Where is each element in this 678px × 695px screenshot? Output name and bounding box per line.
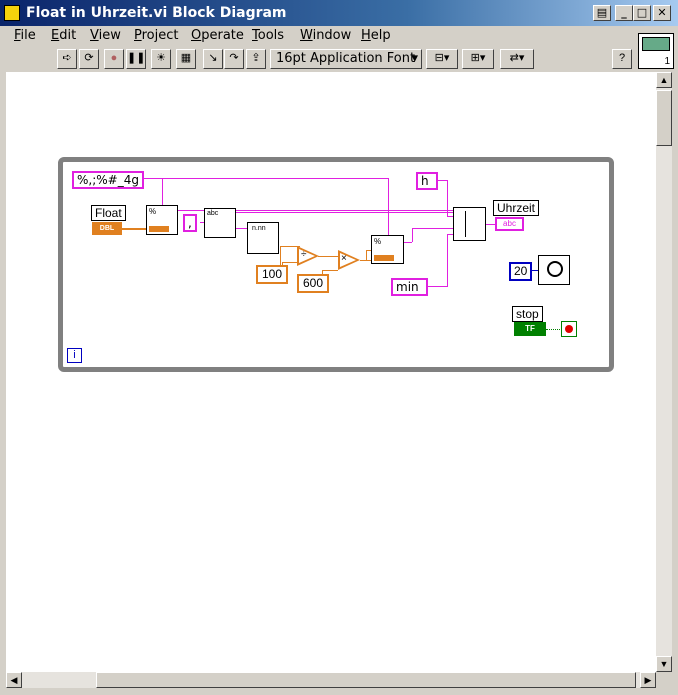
wire <box>162 178 163 208</box>
wire <box>447 180 448 216</box>
concatenate-strings-node[interactable] <box>453 207 486 241</box>
concat-inputs-icon <box>457 211 466 237</box>
menu-help[interactable]: Help <box>361 28 391 43</box>
font-select-value: 16pt Application Font <box>276 51 416 66</box>
wire <box>388 178 389 236</box>
float-control-terminal[interactable]: DBL <box>92 222 122 235</box>
constant-600[interactable]: 600 <box>297 274 330 293</box>
abort-icon[interactable]: ● <box>104 49 124 69</box>
menu-tools[interactable]: Tools <box>252 28 284 43</box>
vi-icon-connector-label: 1 <box>664 56 670 67</box>
format-percent-icon: % <box>374 237 382 246</box>
wire <box>412 228 454 229</box>
menu-operate[interactable]: Operate <box>191 28 244 43</box>
scroll-left-icon[interactable]: ◀ <box>6 672 22 688</box>
vi-icon[interactable]: 1 <box>638 33 674 69</box>
close-button[interactable]: ✕ <box>653 5 671 21</box>
distribute-objects-icon[interactable]: ⊞▾ <box>462 49 494 69</box>
boolean-type-label: TF <box>525 324 535 333</box>
wire <box>366 250 367 260</box>
print-window-icon[interactable]: ▤ <box>593 5 611 21</box>
menu-edit[interactable]: Edit <box>51 28 76 43</box>
highlight-execution-icon[interactable]: ☀ <box>151 49 171 69</box>
vi-icon-graphic <box>642 37 670 51</box>
step-out-icon[interactable]: ⇪ <box>246 49 266 69</box>
wire <box>412 228 413 242</box>
format-percent-icon: % <box>149 207 157 216</box>
align-objects-icon[interactable]: ⊟▾ <box>426 49 458 69</box>
menu-file[interactable]: File <box>14 28 36 43</box>
scroll-down-icon[interactable]: ▼ <box>656 656 672 672</box>
string-abc-icon: abc <box>207 210 219 217</box>
clock-icon <box>547 261 563 277</box>
wire <box>546 329 562 330</box>
uhrzeit-indicator-terminal[interactable]: abc <box>495 217 524 231</box>
wire <box>140 178 388 179</box>
wire <box>322 270 338 271</box>
wire <box>447 234 448 287</box>
multiply-icon: × <box>341 253 347 264</box>
constant-20[interactable]: 20 <box>509 262 533 281</box>
pause-icon[interactable]: ❚❚ <box>126 49 146 69</box>
stop-control-terminal[interactable]: TF <box>514 322 546 336</box>
wire <box>122 228 146 230</box>
step-over-icon[interactable]: ↷ <box>224 49 244 69</box>
comma-constant[interactable]: , <box>183 214 197 232</box>
string-type-label: abc <box>503 219 516 228</box>
search-replace-node[interactable]: abc <box>204 208 236 238</box>
help-icon[interactable]: ? <box>612 49 632 69</box>
wire <box>404 242 412 243</box>
format-into-string-node[interactable]: % <box>146 205 178 235</box>
loop-iteration-terminal[interactable]: i <box>67 348 82 363</box>
constant-100[interactable]: 100 <box>256 265 289 284</box>
horizontal-scroll-thumb[interactable] <box>96 672 636 688</box>
float-label[interactable]: Float <box>91 205 126 221</box>
menu-project[interactable]: Project <box>134 28 179 43</box>
minimize-button[interactable]: _ <box>615 5 633 21</box>
run-arrow-icon[interactable]: ➪ <box>57 49 77 69</box>
run-continuously-icon[interactable]: ⟳ <box>79 49 99 69</box>
stop-sign-icon <box>565 325 573 333</box>
step-into-icon[interactable]: ↘ <box>203 49 223 69</box>
dbl-input-icon <box>149 226 169 232</box>
vertical-scroll-thumb[interactable] <box>656 90 672 146</box>
maximize-button[interactable]: □ <box>633 5 651 21</box>
dbl-input-icon <box>374 255 394 261</box>
chevron-down-icon: ▾ <box>411 51 418 66</box>
h-constant[interactable]: h <box>416 172 438 190</box>
window-title: Float in Uhrzeit.vi Block Diagram <box>26 5 287 21</box>
divide-icon: ÷ <box>301 249 307 260</box>
format-into-string-node-2[interactable]: % <box>371 235 404 264</box>
scroll-up-icon[interactable]: ▲ <box>656 72 672 88</box>
labview-app-icon[interactable] <box>4 5 20 21</box>
loop-condition-terminal[interactable] <box>561 321 577 337</box>
wire <box>318 256 338 257</box>
stop-label[interactable]: stop <box>512 306 543 322</box>
number-format-icon: n.nn <box>252 225 266 232</box>
font-select[interactable]: 16pt Application Font ▾ <box>270 49 422 69</box>
scan-from-string-node[interactable]: n.nn <box>247 222 279 254</box>
scroll-right-icon[interactable]: ▶ <box>640 672 656 688</box>
uhrzeit-label[interactable]: Uhrzeit <box>493 200 540 216</box>
min-constant[interactable]: min <box>391 278 428 296</box>
vertical-scrollbar[interactable] <box>656 72 672 672</box>
reorder-icon[interactable]: ⇄▾ <box>500 49 534 69</box>
format-string-constant[interactable]: %,;%#_4g <box>72 171 144 189</box>
wait-ms-node[interactable] <box>538 255 570 285</box>
menu-window[interactable]: Window <box>300 28 351 43</box>
wire <box>428 286 448 287</box>
size-grip[interactable] <box>656 672 672 688</box>
wire <box>236 212 454 213</box>
menu-view[interactable]: View <box>90 28 121 43</box>
retain-wire-values-icon[interactable]: ▦ <box>176 49 196 69</box>
